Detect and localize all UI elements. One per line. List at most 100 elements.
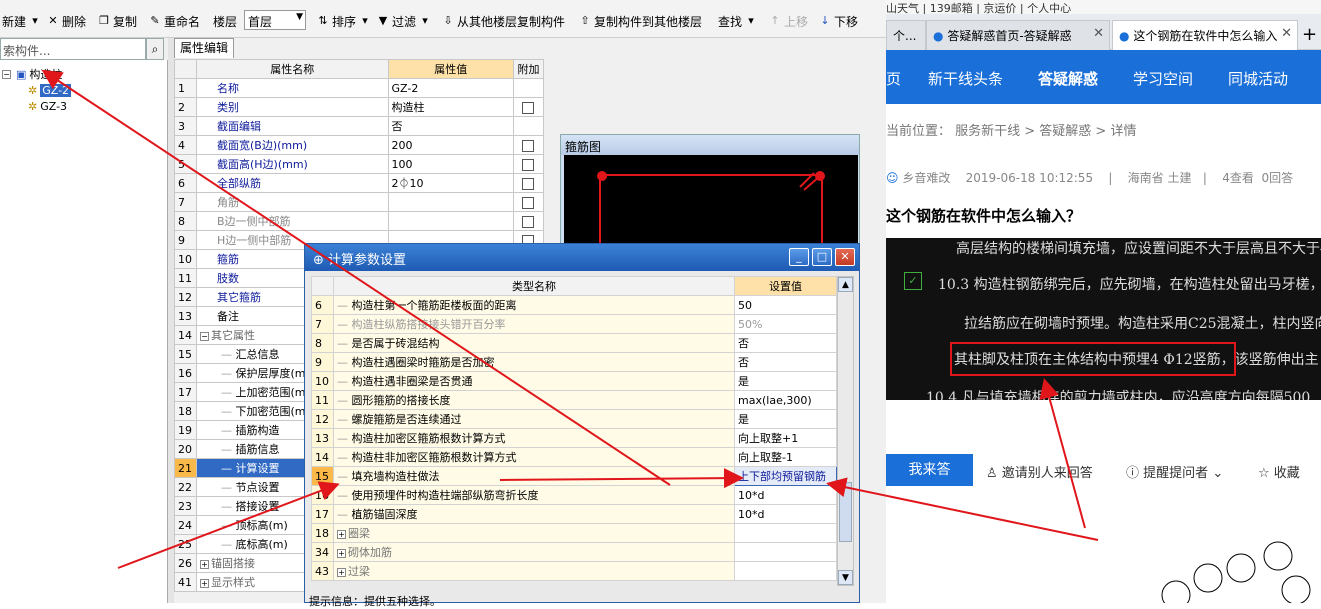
invite-button[interactable]: ♙ 邀请别人来回答 xyxy=(986,462,1093,481)
expand-icon[interactable]: + xyxy=(336,530,346,539)
extra-checkbox[interactable] xyxy=(522,158,535,171)
param-row[interactable]: 10 — 构造柱遇非圈梁是否贯通是 xyxy=(311,371,837,391)
tab-property-edit[interactable]: 属性编辑 xyxy=(174,38,234,58)
param-value[interactable]: 向上取整+1 xyxy=(734,428,837,448)
param-value[interactable]: max(lae,300) xyxy=(734,390,837,410)
param-row[interactable]: 16 — 使用预埋件时构造柱端部纵筋弯折长度 10*d xyxy=(311,485,837,505)
param-row[interactable]: 8 — 是否属于砖混结构否 xyxy=(311,333,837,353)
param-row[interactable]: 7 — 构造柱纵筋搭接接头错开百分率 50% xyxy=(311,314,837,334)
expand-icon[interactable]: + xyxy=(199,579,209,588)
search-icon[interactable]: ⌕ xyxy=(146,38,164,60)
param-row[interactable]: 14 — 构造柱非加密区箍筋根数计算方式 向上取整-1 xyxy=(311,447,837,467)
copy-button[interactable]: ❐ 复制 xyxy=(97,12,137,30)
param-row[interactable]: 11 — 圆形箍筋的搭接长度 max(lae,300) xyxy=(311,390,837,410)
move-up-button[interactable]: ↑ 上移 xyxy=(768,12,808,30)
collapse-icon[interactable]: − xyxy=(2,69,11,79)
new-button[interactable]: 新建 ▾ xyxy=(2,12,42,30)
param-value[interactable] xyxy=(734,542,837,562)
bookmarks-bar[interactable]: 山天气 | 139邮箱 | 京运价 | 个人中心 xyxy=(886,0,1321,14)
param-value[interactable]: 上下部均预留钢筋 xyxy=(734,466,837,486)
param-value[interactable]: 50 xyxy=(734,295,837,315)
find-button[interactable]: 查找 ▾ xyxy=(718,12,758,30)
nav-item-events[interactable]: 同城活动 xyxy=(1228,68,1288,89)
property-value[interactable] xyxy=(387,192,514,212)
param-row[interactable]: 17 — 植筋锚固深度 10*d xyxy=(311,504,837,524)
param-value[interactable] xyxy=(734,561,837,581)
maximize-button[interactable]: □ xyxy=(812,248,832,266)
param-row[interactable]: 43 + 过梁 xyxy=(311,561,837,581)
tree-item-gz3[interactable]: ✲ GZ-3 xyxy=(28,100,67,113)
property-row[interactable]: 8 B边一侧中部筋 xyxy=(174,211,545,231)
param-value[interactable]: 10*d xyxy=(734,504,837,524)
answer-button[interactable]: 我来答 xyxy=(886,454,973,486)
collect-button[interactable]: ☆ 收藏 xyxy=(1258,462,1300,481)
new-tab-button[interactable]: + xyxy=(1302,24,1317,45)
param-row[interactable]: 6 — 构造柱第一个箍筋距楼板面的距离 50 xyxy=(311,295,837,315)
rename-button[interactable]: ✎ 重命名 xyxy=(148,12,200,30)
param-value[interactable]: 50% xyxy=(734,314,837,334)
param-row[interactable]: 18 + 圈梁 xyxy=(311,523,837,543)
property-value[interactable] xyxy=(387,211,514,231)
property-row[interactable]: 3 截面编辑 否 xyxy=(174,116,545,136)
param-value[interactable]: 是 xyxy=(734,409,837,429)
browser-tab-2[interactable]: ● 答疑解惑首页-答疑解惑 ✕ xyxy=(926,20,1110,50)
copy-to-floor-button[interactable]: ⇧ 复制构件到其他楼层 xyxy=(578,12,702,30)
filter-button[interactable]: ▼ 过滤 ▾ xyxy=(376,12,432,30)
property-row[interactable]: 5 截面高(H边)(mm) 100 xyxy=(174,154,545,174)
browser-tab-1[interactable]: 个... xyxy=(886,20,926,50)
property-value[interactable]: GZ-2 xyxy=(387,78,514,98)
delete-button[interactable]: ✕ 删除 xyxy=(46,12,86,30)
nav-item-headlines[interactable]: 新干线头条 xyxy=(928,68,1003,89)
tree-root[interactable]: − ▣ 构造柱 xyxy=(2,66,62,82)
param-value[interactable]: 否 xyxy=(734,333,837,353)
property-value[interactable]: 2⏀10 xyxy=(387,173,514,193)
dialog-scrollbar[interactable]: ▲ ▼ xyxy=(837,276,854,586)
param-row[interactable]: 34 + 砌体加筋 xyxy=(311,542,837,562)
property-row[interactable]: 7 角筋 xyxy=(174,192,545,212)
sort-button[interactable]: ⇅ 排序 ▾ xyxy=(316,12,372,30)
scroll-down-icon[interactable]: ▼ xyxy=(838,570,853,585)
floor-select[interactable]: 首层 ▼ xyxy=(244,10,306,30)
param-row[interactable]: 12 — 螺旋箍筋是否连续通过是 xyxy=(311,409,837,429)
close-tab-icon[interactable]: ✕ xyxy=(1281,26,1292,41)
expand-icon[interactable]: + xyxy=(336,549,346,558)
property-value[interactable]: 200 xyxy=(387,135,514,155)
param-row[interactable]: 15 — 填充墙构造柱做法 上下部均预留钢筋 xyxy=(311,466,837,486)
nav-item[interactable]: 页 xyxy=(886,68,901,89)
param-value[interactable] xyxy=(734,523,837,543)
property-value[interactable]: 100 xyxy=(387,154,514,174)
property-row[interactable]: 4 截面宽(B边)(mm) 200 xyxy=(174,135,545,155)
property-value[interactable]: 构造柱 xyxy=(387,97,514,117)
close-button[interactable]: ✕ xyxy=(835,248,855,266)
component-search-input[interactable]: 索构件... xyxy=(0,38,146,60)
property-row[interactable]: 2 类别 构造柱 xyxy=(174,97,545,117)
move-down-button[interactable]: ↓ 下移 xyxy=(818,12,858,30)
remind-button[interactable]: ⓘ 提醒提问者 ⌄ xyxy=(1126,462,1223,481)
extra-checkbox[interactable] xyxy=(522,215,535,228)
tree-item-gz2[interactable]: ✲ GZ-2 xyxy=(28,84,72,97)
param-value[interactable]: 10*d xyxy=(734,485,837,505)
nav-item-learning[interactable]: 学习空间 xyxy=(1133,68,1193,89)
nav-item-qa[interactable]: 答疑解惑 xyxy=(1038,68,1098,89)
author-name[interactable]: 乡音难改 xyxy=(902,171,950,185)
param-value[interactable]: 向上取整-1 xyxy=(734,447,837,467)
close-tab-icon[interactable]: ✕ xyxy=(1093,26,1104,41)
param-value[interactable]: 否 xyxy=(734,352,837,372)
expand-icon[interactable]: + xyxy=(199,560,209,569)
extra-checkbox[interactable] xyxy=(522,139,535,152)
scroll-thumb[interactable] xyxy=(839,482,852,542)
copy-from-floor-button[interactable]: ⇩ 从其他楼层复制构件 xyxy=(441,12,565,30)
param-row[interactable]: 9 — 构造柱遇圈梁时箍筋是否加密否 xyxy=(311,352,837,372)
minimize-button[interactable]: _ xyxy=(789,248,809,266)
param-value[interactable]: 是 xyxy=(734,371,837,391)
property-value[interactable]: 否 xyxy=(387,116,514,136)
expand-icon[interactable]: + xyxy=(336,568,346,577)
extra-checkbox[interactable] xyxy=(522,196,535,209)
property-row[interactable]: 1 名称 GZ-2 xyxy=(174,78,545,98)
scroll-up-icon[interactable]: ▲ xyxy=(838,277,853,292)
param-row[interactable]: 13 — 构造柱加密区箍筋根数计算方式 向上取整+1 xyxy=(311,428,837,448)
expand-icon[interactable]: − xyxy=(199,332,209,341)
property-row[interactable]: 6 全部纵筋 2⏀10 xyxy=(174,173,545,193)
question-image[interactable]: 高层结构的楼梯间填充墙，应设置间距不大于层高且不大于4 10.3 构造柱钢筋绑完… xyxy=(886,238,1321,400)
extra-checkbox[interactable] xyxy=(522,177,535,190)
